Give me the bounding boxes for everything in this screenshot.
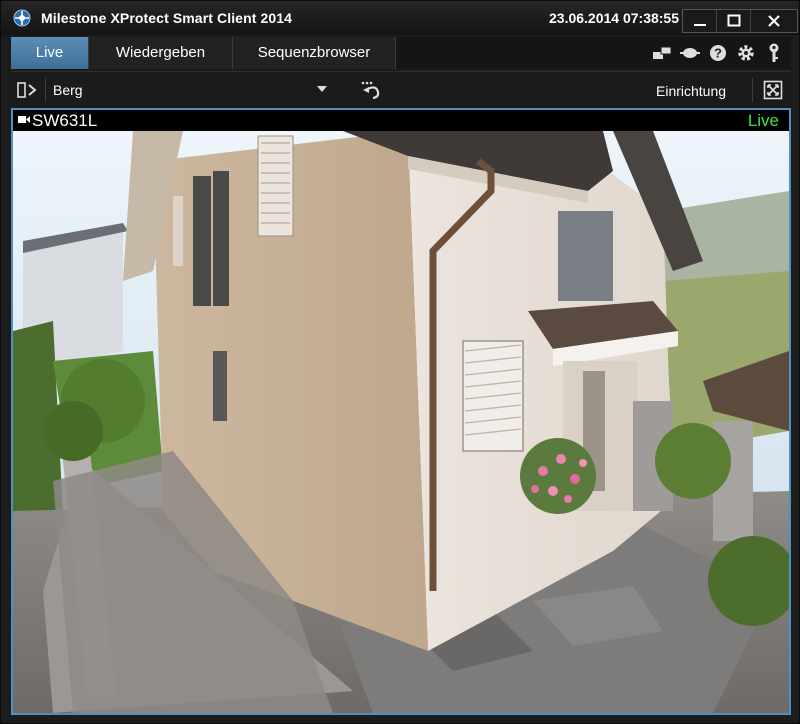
window-controls: [682, 9, 798, 33]
camera-view[interactable]: SW631L Live: [11, 108, 791, 715]
key-icon: [769, 43, 779, 62]
camera-video-feed[interactable]: [13, 131, 789, 713]
settings-button[interactable]: [733, 40, 759, 66]
view-selector[interactable]: Berg: [53, 82, 83, 98]
undo-icon[interactable]: [360, 80, 382, 100]
network-icon: [653, 46, 672, 59]
panel-toggle-icon[interactable]: [17, 81, 39, 99]
title-bar: Milestone XProtect Smart Client 2014 23.…: [1, 1, 799, 35]
maximize-icon: [727, 14, 740, 27]
app-title: Milestone XProtect Smart Client 2014: [41, 10, 293, 26]
fullscreen-icon[interactable]: [763, 80, 783, 100]
minimize-button[interactable]: [683, 10, 717, 32]
camera-name: SW631L: [32, 111, 98, 130]
camera-status-icon: [680, 48, 700, 58]
app-window: Milestone XProtect Smart Client 2014 23.…: [0, 0, 800, 724]
camera-status-button[interactable]: [677, 40, 703, 66]
chevron-down-icon[interactable]: [317, 86, 327, 93]
tab-sequence-explorer[interactable]: Sequenzbrowser: [233, 37, 396, 69]
tab-live[interactable]: Live: [11, 37, 89, 69]
help-icon: ?: [710, 45, 726, 61]
network-button[interactable]: [649, 40, 675, 66]
close-button[interactable]: [751, 10, 797, 32]
settings-icon: [738, 45, 754, 61]
view-toolbar: Berg Einrichtung: [11, 71, 791, 108]
tab-bar-tools: ?: [647, 37, 787, 69]
tab-playback[interactable]: Wiedergeben: [89, 37, 233, 69]
main-tab-bar: Live Wiedergeben Sequenzbrowser ?: [11, 37, 791, 69]
help-button[interactable]: ?: [705, 40, 731, 66]
maximize-button[interactable]: [717, 10, 751, 32]
camera-title-bar: SW631L Live: [13, 110, 789, 131]
clock-datetime: 23.06.2014 07:38:55: [549, 10, 679, 26]
minimize-icon: [693, 24, 706, 26]
svg-text:?: ?: [714, 46, 722, 61]
close-icon: [768, 15, 780, 27]
toolbar-divider: [45, 78, 46, 102]
setup-button[interactable]: Einrichtung: [656, 83, 726, 99]
toolbar-divider: [752, 78, 753, 102]
milestone-logo-icon: [13, 9, 31, 27]
logout-key-button[interactable]: [761, 40, 787, 66]
camera-icon: [18, 116, 30, 123]
live-status-label: Live: [747, 111, 779, 130]
